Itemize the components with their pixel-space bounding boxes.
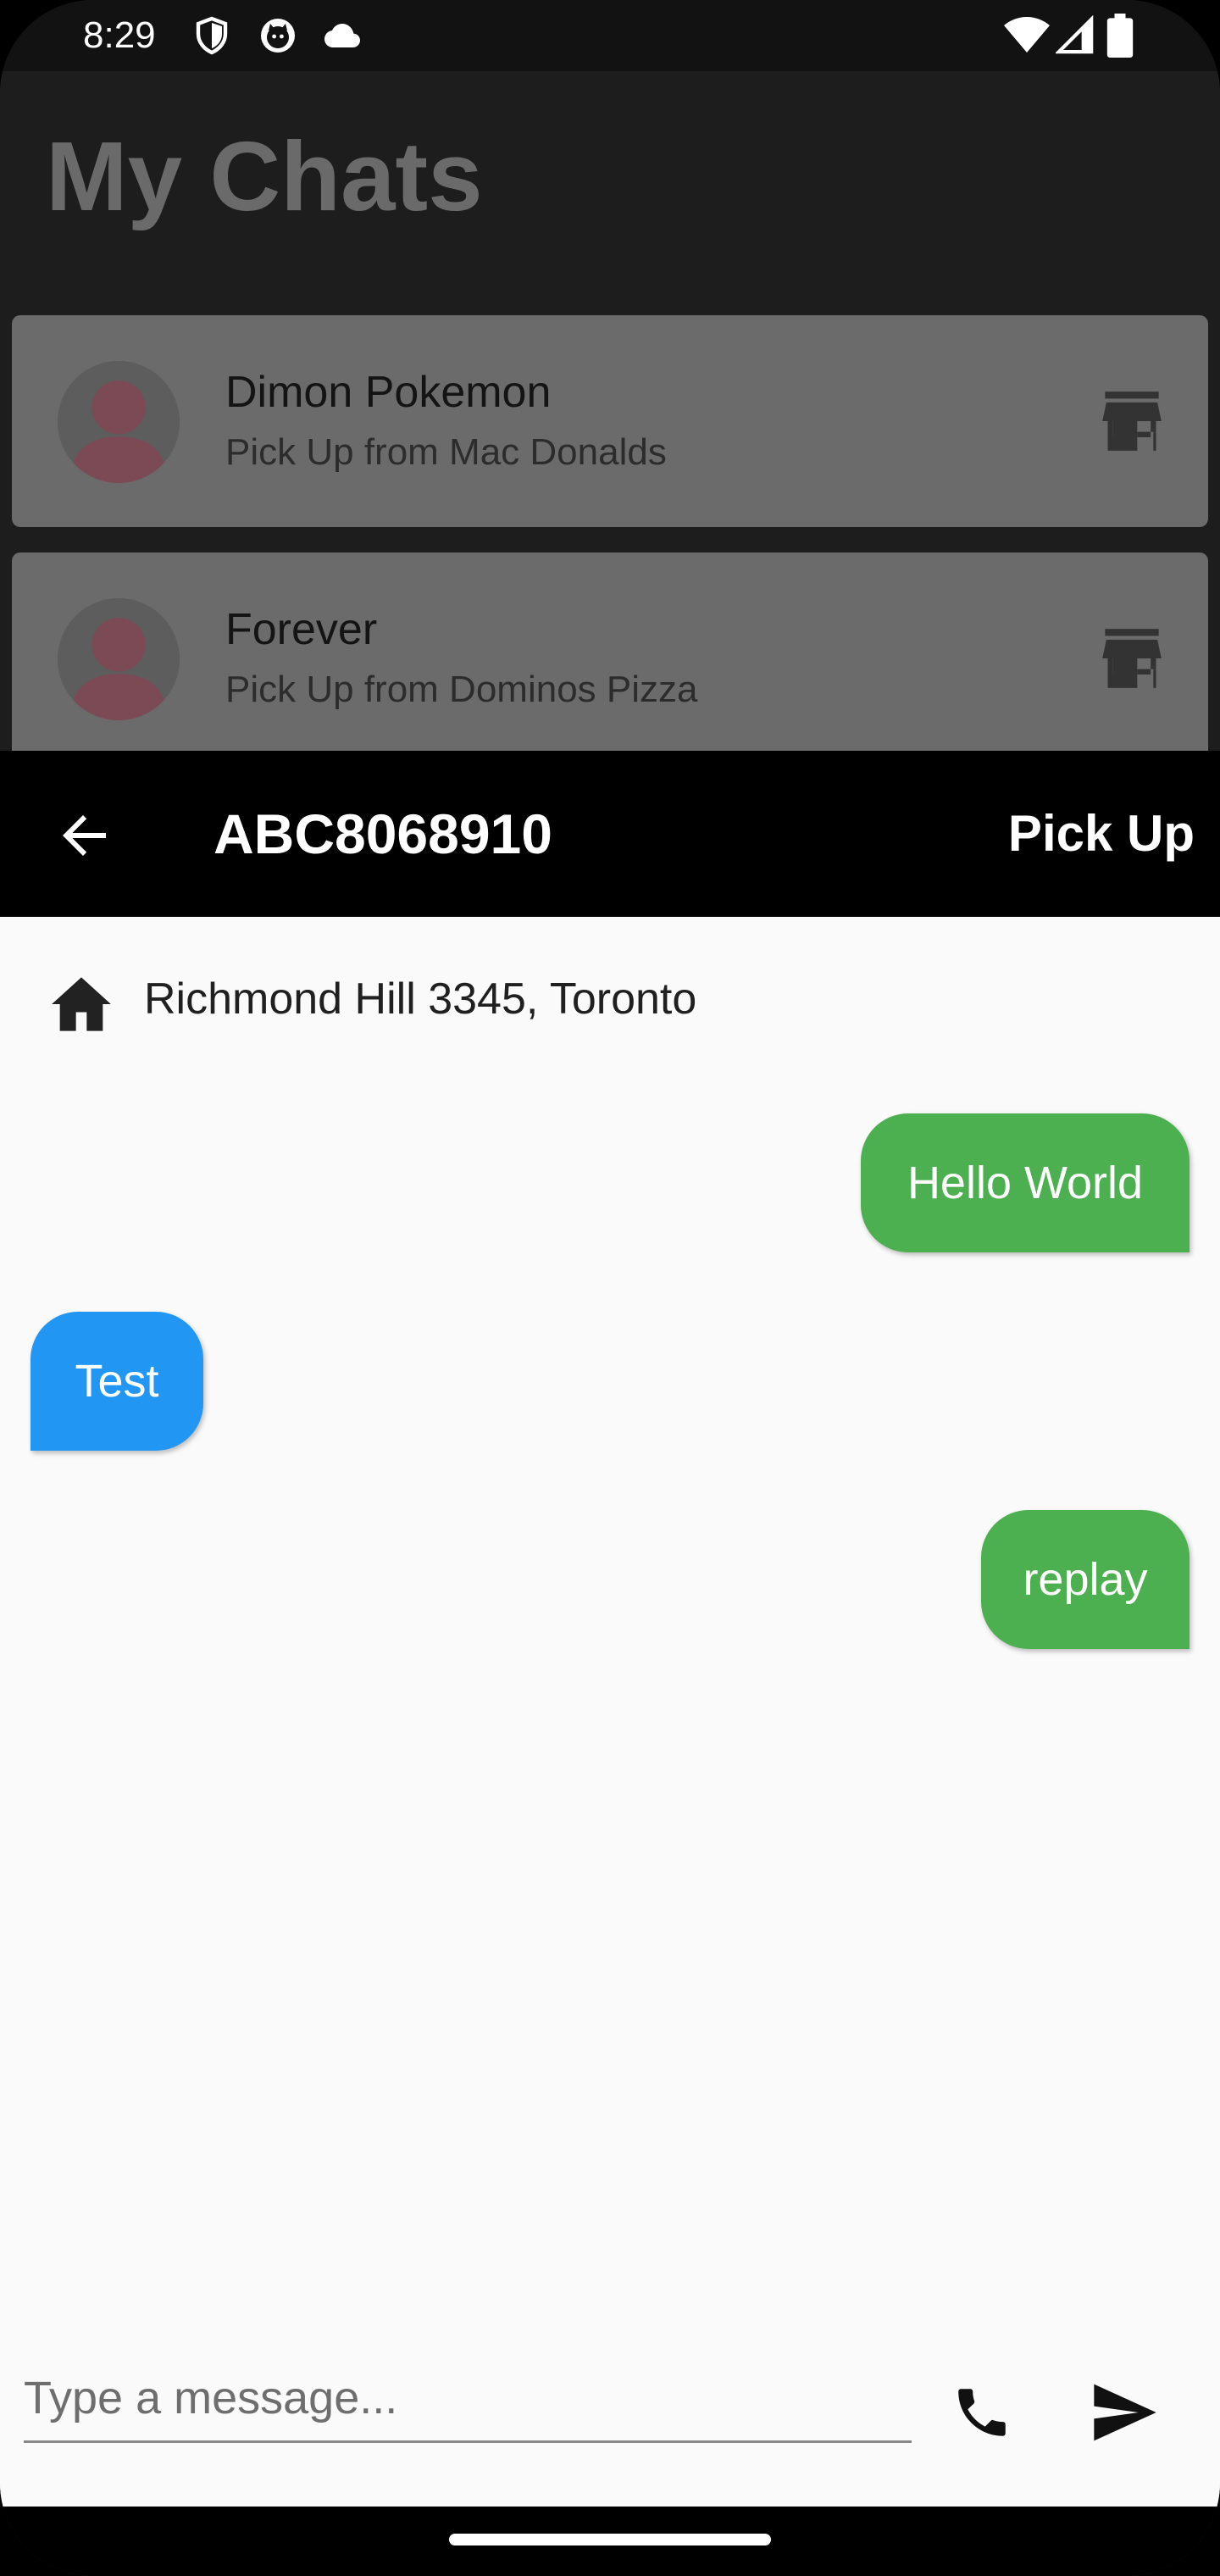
back-button[interactable] xyxy=(46,805,120,866)
phone-icon xyxy=(958,2389,1006,2436)
phone-screen: 8:29 My Chats Dimon Pokemon Pick Up from… xyxy=(0,0,1220,2576)
message-bubble-outgoing[interactable]: replay xyxy=(981,1510,1190,1649)
home-icon xyxy=(49,974,114,1034)
store-icon xyxy=(1100,629,1164,688)
chat-app-bar: ABC8068910 Pick Up xyxy=(0,751,1220,917)
wifi-icon xyxy=(1003,15,1051,56)
chat-name: Forever xyxy=(225,605,378,654)
avatar xyxy=(58,598,180,720)
chat-list-item[interactable]: Dimon Pokemon Pick Up from Mac Donalds xyxy=(12,315,1208,527)
status-time: 8:29 xyxy=(83,14,156,56)
pick-up-button[interactable]: Pick Up xyxy=(1008,803,1195,864)
shield-icon xyxy=(191,15,232,56)
order-id-title: ABC8068910 xyxy=(214,802,552,865)
chat-subtitle: Pick Up from Dominos Pizza xyxy=(225,669,698,710)
status-bar: 8:29 xyxy=(0,0,1220,71)
battery-icon xyxy=(1106,14,1134,58)
chat-messages-area[interactable]: Richmond Hill 3345, Toronto Hello World … xyxy=(0,917,1220,2507)
message-composer xyxy=(0,2322,1220,2507)
send-icon xyxy=(1094,2384,1156,2441)
message-bubble-outgoing[interactable]: Hello World xyxy=(861,1113,1190,1252)
avatar xyxy=(58,361,180,483)
store-icon xyxy=(1100,391,1164,451)
call-button[interactable] xyxy=(951,2381,1013,2444)
system-nav-bar xyxy=(0,2507,1220,2576)
page-title: My Chats xyxy=(46,121,483,231)
cloud-icon xyxy=(322,15,363,56)
message-bubble-incoming[interactable]: Test xyxy=(30,1312,203,1451)
send-button[interactable] xyxy=(1091,2381,1159,2444)
message-input[interactable] xyxy=(24,2356,912,2443)
arrow-back-icon xyxy=(63,815,106,856)
cat-notification-icon xyxy=(258,15,298,56)
home-gesture-handle[interactable] xyxy=(449,2534,771,2545)
chat-list-item[interactable]: Forever Pick Up from Dominos Pizza xyxy=(12,552,1208,764)
signal-icon xyxy=(1056,15,1095,56)
chat-name: Dimon Pokemon xyxy=(225,368,552,417)
delivery-address: Richmond Hill 3345, Toronto xyxy=(144,974,697,1024)
address-row: Richmond Hill 3345, Toronto xyxy=(49,968,1151,1035)
chat-subtitle: Pick Up from Mac Donalds xyxy=(225,431,667,473)
